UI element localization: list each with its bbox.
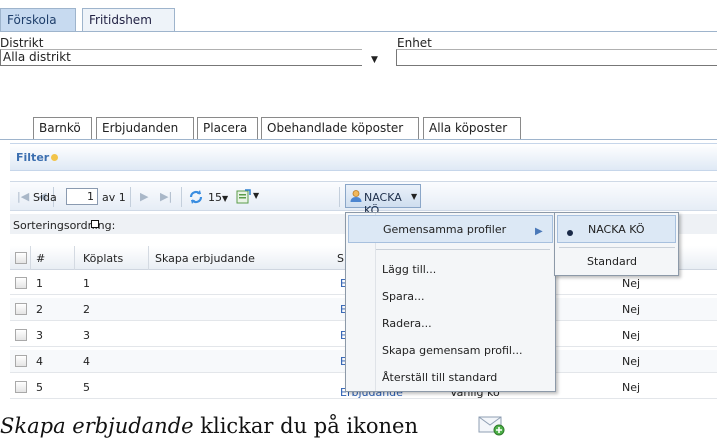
menu-item-gemensamma-profiler[interactable]: Gemensamma profiler ▶	[348, 215, 553, 243]
page-label-text: Sida	[33, 191, 57, 204]
subtab-erbjudanden[interactable]: Erbjudanden	[96, 117, 194, 139]
filter-expand-icon[interactable]	[51, 154, 58, 161]
row-koplats: 4	[83, 355, 90, 368]
submenu-item-label: NACKA KÖ	[588, 223, 645, 236]
col-header-s[interactable]: S	[337, 252, 344, 265]
row-value: Nej	[622, 329, 641, 342]
submenu-item-nacka-ko[interactable]: NACKA KÖ	[557, 215, 676, 243]
menu-item-label: Gemensamma profiler	[383, 223, 507, 236]
row-number: 2	[36, 303, 43, 316]
unit-select[interactable]	[396, 49, 717, 66]
column-divider[interactable]	[30, 246, 31, 270]
district-dropdown-icon[interactable]: ▼	[371, 55, 378, 65]
toolbar-separator	[339, 187, 340, 207]
row-koplats: 5	[83, 381, 90, 394]
district-select[interactable]: Alla distrikt	[0, 49, 362, 66]
row-checkbox[interactable]	[15, 303, 27, 315]
row-value: Nej	[622, 355, 641, 368]
menu-separator	[376, 249, 550, 250]
page-number-input[interactable]: 1	[66, 188, 98, 205]
submenu-separator	[559, 247, 675, 248]
col-header-skapa-erbjudande[interactable]: Skapa erbjudande	[155, 252, 255, 265]
row-koplats: 1	[83, 277, 90, 290]
subtab-placera[interactable]: Placera	[197, 117, 258, 139]
filter-bar[interactable]: Filter	[10, 143, 717, 171]
tab-fritidshem[interactable]: Fritidshem	[82, 8, 175, 31]
row-number: 4	[36, 355, 43, 368]
menu-item-spara[interactable]: Spara...	[382, 290, 424, 303]
col-header-number[interactable]: #	[36, 252, 45, 265]
row-checkbox[interactable]	[15, 329, 27, 341]
first-page-icon[interactable]: |◀	[17, 190, 29, 203]
row-value: Nej	[622, 303, 641, 316]
pager-toolbar: |◀ ◀ Sida 1 av 1 ▶ ▶| 15▼ ▼ NACKA KÖ ▼	[10, 181, 717, 217]
tab-forskola[interactable]: Förskola	[0, 8, 76, 31]
export-excel-icon[interactable]	[236, 189, 251, 204]
export-dropdown-icon[interactable]: ▼	[253, 191, 259, 200]
sort-order-label: Sorteringsordning:	[13, 219, 116, 232]
profile-dropdown-icon: ▼	[411, 192, 418, 201]
menu-item-aterstall[interactable]: Återställ till standard	[382, 371, 497, 384]
submenu-arrow-icon: ▶	[535, 226, 543, 237]
profile-menu-button[interactable]: NACKA KÖ ▼	[345, 184, 421, 217]
unit-label: Enhet	[397, 36, 432, 50]
shared-profiles-submenu: NACKA KÖ Standard	[554, 212, 679, 276]
row-number: 5	[36, 381, 43, 394]
row-value: Nej	[622, 381, 641, 394]
subtab-divider	[0, 139, 717, 140]
menu-item-radera[interactable]: Radera...	[382, 317, 432, 330]
row-checkbox[interactable]	[15, 381, 27, 393]
page-size-select[interactable]: 15▼	[208, 191, 228, 204]
district-label: Distrikt	[0, 36, 44, 50]
instruction-text: Skapa erbjudande klickar du på ikonen	[0, 414, 418, 438]
row-checkbox[interactable]	[15, 355, 27, 367]
row-koplats: 3	[83, 329, 90, 342]
filter-label: Filter	[16, 151, 50, 164]
toolbar-separator	[130, 187, 131, 207]
column-divider[interactable]	[74, 246, 75, 270]
subtab-barnko[interactable]: Barnkö	[33, 117, 92, 139]
submenu-item-standard[interactable]: Standard	[587, 255, 637, 268]
toolbar-separator	[181, 187, 182, 207]
profile-context-menu: Gemensamma profiler ▶ Lägg till... Spara…	[345, 212, 556, 392]
instruction-italic: Skapa erbjudande	[0, 414, 194, 438]
row-number: 3	[36, 329, 43, 342]
selected-radio-icon	[567, 230, 573, 236]
col-header-koplats[interactable]: Köplats	[83, 252, 123, 265]
instruction-rest: klickar du på ikonen	[193, 414, 418, 438]
create-offer-envelope-icon	[478, 416, 505, 436]
page-count-label: av 1	[102, 191, 126, 204]
menu-item-lagg-till[interactable]: Lägg till...	[382, 263, 436, 276]
row-checkbox[interactable]	[15, 277, 27, 289]
tab-strip-divider	[0, 31, 717, 32]
next-page-icon[interactable]: ▶	[140, 190, 148, 203]
row-value: Nej	[622, 277, 641, 290]
subtab-alla-koposter[interactable]: Alla köposter	[423, 117, 521, 139]
user-profile-icon	[350, 190, 362, 202]
subtab-obehandlade-koposter[interactable]: Obehandlade köposter	[261, 117, 419, 139]
sort-order-box[interactable]	[91, 220, 99, 228]
row-koplats: 2	[83, 303, 90, 316]
select-all-checkbox[interactable]	[15, 252, 27, 264]
row-number: 1	[36, 277, 43, 290]
column-divider[interactable]	[148, 246, 149, 270]
last-page-icon[interactable]: ▶|	[160, 190, 172, 203]
menu-item-skapa-gemensam-profil[interactable]: Skapa gemensam profil...	[382, 344, 522, 357]
refresh-icon[interactable]	[188, 189, 204, 205]
